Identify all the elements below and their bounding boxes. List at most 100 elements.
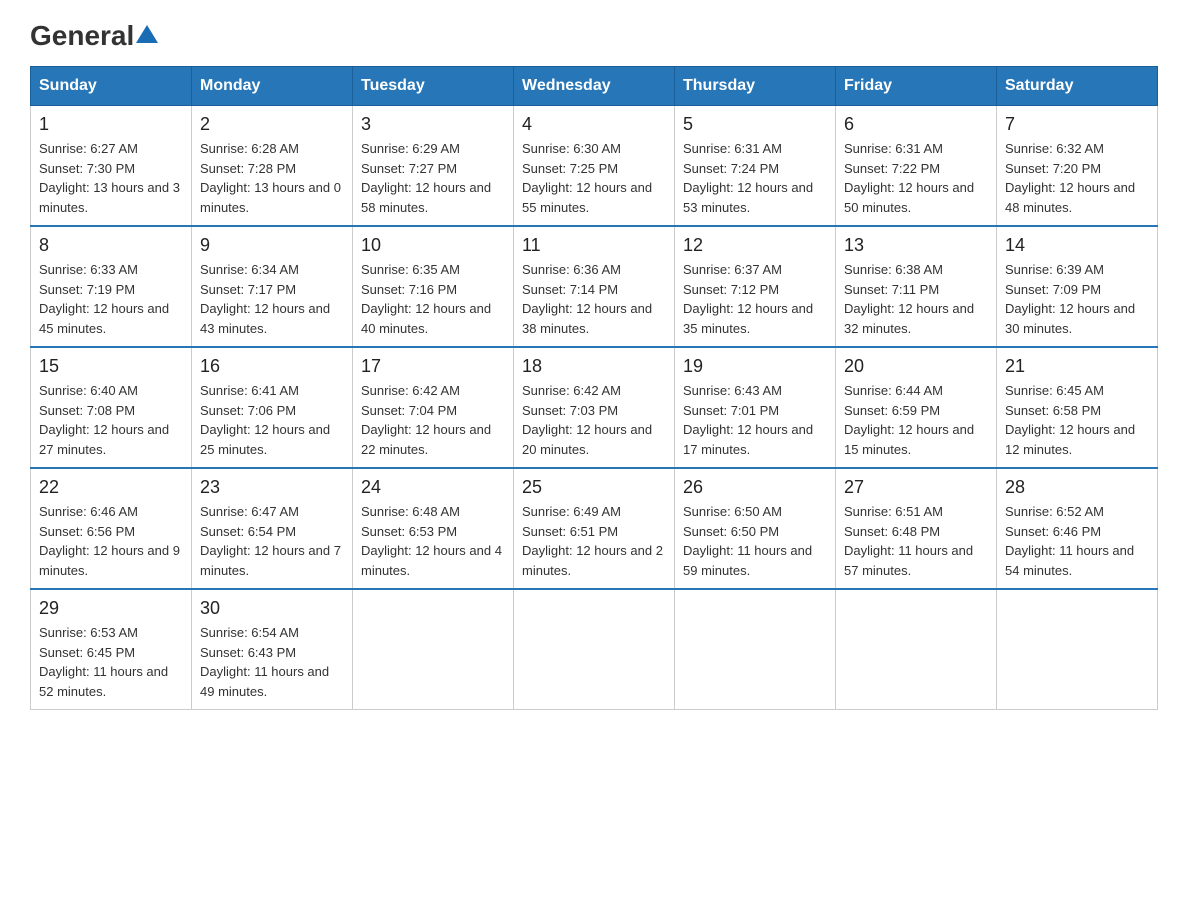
day-number: 23 (200, 477, 344, 498)
day-number: 27 (844, 477, 988, 498)
calendar-day-cell: 15 Sunrise: 6:40 AM Sunset: 7:08 PM Dayl… (31, 347, 192, 468)
logo: General (30, 20, 158, 48)
calendar-day-cell: 30 Sunrise: 6:54 AM Sunset: 6:43 PM Dayl… (192, 589, 353, 710)
day-info: Sunrise: 6:38 AM Sunset: 7:11 PM Dayligh… (844, 260, 988, 338)
day-number: 14 (1005, 235, 1149, 256)
calendar-day-cell: 21 Sunrise: 6:45 AM Sunset: 6:58 PM Dayl… (997, 347, 1158, 468)
logo-triangle-icon (136, 23, 158, 45)
day-number: 1 (39, 114, 183, 135)
day-number: 16 (200, 356, 344, 377)
weekday-header-saturday: Saturday (997, 67, 1158, 106)
day-number: 6 (844, 114, 988, 135)
page-header: General (30, 20, 1158, 48)
day-number: 9 (200, 235, 344, 256)
calendar-empty-cell (514, 589, 675, 710)
calendar-table: SundayMondayTuesdayWednesdayThursdayFrid… (30, 66, 1158, 710)
calendar-day-cell: 7 Sunrise: 6:32 AM Sunset: 7:20 PM Dayli… (997, 106, 1158, 227)
calendar-day-cell: 28 Sunrise: 6:52 AM Sunset: 6:46 PM Dayl… (997, 468, 1158, 589)
day-number: 18 (522, 356, 666, 377)
weekday-header-friday: Friday (836, 67, 997, 106)
day-info: Sunrise: 6:33 AM Sunset: 7:19 PM Dayligh… (39, 260, 183, 338)
day-info: Sunrise: 6:52 AM Sunset: 6:46 PM Dayligh… (1005, 502, 1149, 580)
calendar-empty-cell (675, 589, 836, 710)
calendar-day-cell: 20 Sunrise: 6:44 AM Sunset: 6:59 PM Dayl… (836, 347, 997, 468)
calendar-day-cell: 17 Sunrise: 6:42 AM Sunset: 7:04 PM Dayl… (353, 347, 514, 468)
calendar-day-cell: 6 Sunrise: 6:31 AM Sunset: 7:22 PM Dayli… (836, 106, 997, 227)
day-info: Sunrise: 6:49 AM Sunset: 6:51 PM Dayligh… (522, 502, 666, 580)
day-info: Sunrise: 6:36 AM Sunset: 7:14 PM Dayligh… (522, 260, 666, 338)
day-info: Sunrise: 6:27 AM Sunset: 7:30 PM Dayligh… (39, 139, 183, 217)
calendar-day-cell: 8 Sunrise: 6:33 AM Sunset: 7:19 PM Dayli… (31, 226, 192, 347)
calendar-day-cell: 11 Sunrise: 6:36 AM Sunset: 7:14 PM Dayl… (514, 226, 675, 347)
day-number: 20 (844, 356, 988, 377)
day-info: Sunrise: 6:29 AM Sunset: 7:27 PM Dayligh… (361, 139, 505, 217)
day-info: Sunrise: 6:28 AM Sunset: 7:28 PM Dayligh… (200, 139, 344, 217)
calendar-day-cell: 1 Sunrise: 6:27 AM Sunset: 7:30 PM Dayli… (31, 106, 192, 227)
calendar-day-cell: 5 Sunrise: 6:31 AM Sunset: 7:24 PM Dayli… (675, 106, 836, 227)
calendar-day-cell: 9 Sunrise: 6:34 AM Sunset: 7:17 PM Dayli… (192, 226, 353, 347)
calendar-day-cell: 18 Sunrise: 6:42 AM Sunset: 7:03 PM Dayl… (514, 347, 675, 468)
calendar-week-row: 1 Sunrise: 6:27 AM Sunset: 7:30 PM Dayli… (31, 106, 1158, 227)
calendar-day-cell: 27 Sunrise: 6:51 AM Sunset: 6:48 PM Dayl… (836, 468, 997, 589)
calendar-empty-cell (836, 589, 997, 710)
day-info: Sunrise: 6:40 AM Sunset: 7:08 PM Dayligh… (39, 381, 183, 459)
calendar-week-row: 15 Sunrise: 6:40 AM Sunset: 7:08 PM Dayl… (31, 347, 1158, 468)
calendar-day-cell: 12 Sunrise: 6:37 AM Sunset: 7:12 PM Dayl… (675, 226, 836, 347)
day-info: Sunrise: 6:41 AM Sunset: 7:06 PM Dayligh… (200, 381, 344, 459)
day-info: Sunrise: 6:35 AM Sunset: 7:16 PM Dayligh… (361, 260, 505, 338)
day-info: Sunrise: 6:34 AM Sunset: 7:17 PM Dayligh… (200, 260, 344, 338)
day-number: 28 (1005, 477, 1149, 498)
day-info: Sunrise: 6:48 AM Sunset: 6:53 PM Dayligh… (361, 502, 505, 580)
day-number: 13 (844, 235, 988, 256)
calendar-day-cell: 16 Sunrise: 6:41 AM Sunset: 7:06 PM Dayl… (192, 347, 353, 468)
weekday-header-monday: Monday (192, 67, 353, 106)
day-number: 11 (522, 235, 666, 256)
calendar-day-cell: 25 Sunrise: 6:49 AM Sunset: 6:51 PM Dayl… (514, 468, 675, 589)
calendar-empty-cell (997, 589, 1158, 710)
calendar-day-cell: 22 Sunrise: 6:46 AM Sunset: 6:56 PM Dayl… (31, 468, 192, 589)
calendar-day-cell: 24 Sunrise: 6:48 AM Sunset: 6:53 PM Dayl… (353, 468, 514, 589)
day-info: Sunrise: 6:51 AM Sunset: 6:48 PM Dayligh… (844, 502, 988, 580)
day-info: Sunrise: 6:37 AM Sunset: 7:12 PM Dayligh… (683, 260, 827, 338)
weekday-header-row: SundayMondayTuesdayWednesdayThursdayFrid… (31, 67, 1158, 106)
calendar-day-cell: 23 Sunrise: 6:47 AM Sunset: 6:54 PM Dayl… (192, 468, 353, 589)
day-info: Sunrise: 6:53 AM Sunset: 6:45 PM Dayligh… (39, 623, 183, 701)
day-info: Sunrise: 6:54 AM Sunset: 6:43 PM Dayligh… (200, 623, 344, 701)
day-info: Sunrise: 6:39 AM Sunset: 7:09 PM Dayligh… (1005, 260, 1149, 338)
calendar-day-cell: 26 Sunrise: 6:50 AM Sunset: 6:50 PM Dayl… (675, 468, 836, 589)
day-number: 24 (361, 477, 505, 498)
calendar-day-cell: 2 Sunrise: 6:28 AM Sunset: 7:28 PM Dayli… (192, 106, 353, 227)
day-number: 12 (683, 235, 827, 256)
day-number: 8 (39, 235, 183, 256)
day-number: 15 (39, 356, 183, 377)
weekday-header-sunday: Sunday (31, 67, 192, 106)
day-info: Sunrise: 6:42 AM Sunset: 7:03 PM Dayligh… (522, 381, 666, 459)
day-number: 2 (200, 114, 344, 135)
day-info: Sunrise: 6:50 AM Sunset: 6:50 PM Dayligh… (683, 502, 827, 580)
logo-general: General (30, 20, 134, 52)
day-info: Sunrise: 6:30 AM Sunset: 7:25 PM Dayligh… (522, 139, 666, 217)
day-number: 10 (361, 235, 505, 256)
calendar-day-cell: 14 Sunrise: 6:39 AM Sunset: 7:09 PM Dayl… (997, 226, 1158, 347)
weekday-header-tuesday: Tuesday (353, 67, 514, 106)
day-info: Sunrise: 6:46 AM Sunset: 6:56 PM Dayligh… (39, 502, 183, 580)
calendar-day-cell: 13 Sunrise: 6:38 AM Sunset: 7:11 PM Dayl… (836, 226, 997, 347)
day-info: Sunrise: 6:31 AM Sunset: 7:24 PM Dayligh… (683, 139, 827, 217)
day-number: 3 (361, 114, 505, 135)
day-info: Sunrise: 6:42 AM Sunset: 7:04 PM Dayligh… (361, 381, 505, 459)
day-info: Sunrise: 6:44 AM Sunset: 6:59 PM Dayligh… (844, 381, 988, 459)
day-info: Sunrise: 6:45 AM Sunset: 6:58 PM Dayligh… (1005, 381, 1149, 459)
calendar-day-cell: 29 Sunrise: 6:53 AM Sunset: 6:45 PM Dayl… (31, 589, 192, 710)
calendar-empty-cell (353, 589, 514, 710)
weekday-header-wednesday: Wednesday (514, 67, 675, 106)
calendar-day-cell: 10 Sunrise: 6:35 AM Sunset: 7:16 PM Dayl… (353, 226, 514, 347)
day-number: 25 (522, 477, 666, 498)
day-number: 26 (683, 477, 827, 498)
weekday-header-thursday: Thursday (675, 67, 836, 106)
logo-text: General (30, 20, 158, 52)
calendar-week-row: 29 Sunrise: 6:53 AM Sunset: 6:45 PM Dayl… (31, 589, 1158, 710)
calendar-day-cell: 19 Sunrise: 6:43 AM Sunset: 7:01 PM Dayl… (675, 347, 836, 468)
day-number: 29 (39, 598, 183, 619)
day-info: Sunrise: 6:47 AM Sunset: 6:54 PM Dayligh… (200, 502, 344, 580)
day-number: 4 (522, 114, 666, 135)
